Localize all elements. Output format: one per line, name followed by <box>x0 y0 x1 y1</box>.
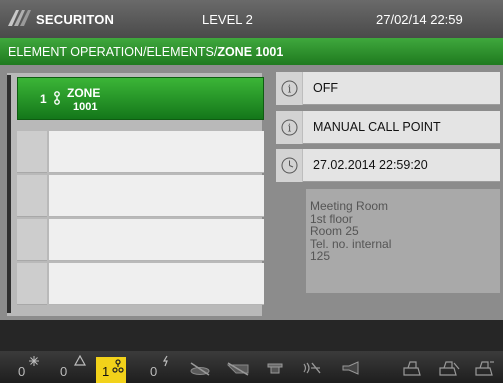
status-control-off[interactable] <box>260 351 290 383</box>
status-warning[interactable]: 0 <box>46 351 92 383</box>
status-print-alt-off[interactable] <box>432 351 466 383</box>
breadcrumb-path: ELEMENT OPERATION/ELEMENTS/ <box>8 45 218 59</box>
transmission-off-icon <box>303 362 321 374</box>
breadcrumb-current: ZONE 1001 <box>217 45 284 59</box>
status-count: 0 <box>60 364 68 379</box>
device-icon <box>54 91 60 105</box>
title-bar: SECURITON LEVEL 2 27/02/14 22:59 <box>0 0 503 38</box>
printer-icon <box>475 361 494 376</box>
zone-list-item-empty[interactable] <box>17 219 264 262</box>
system-datetime: 27/02/14 22:59 <box>376 12 463 27</box>
status-zone-off[interactable] <box>220 351 256 383</box>
timestamp-text: 27.02.2014 22:59:20 <box>313 158 428 172</box>
status-count: 0 <box>150 364 158 379</box>
zone-list: 1 ZONE 1001 <box>7 73 264 316</box>
breadcrumb: ELEMENT OPERATION/ELEMENTS/ZONE 1001 <box>0 38 503 65</box>
status-count: 0 <box>18 364 26 379</box>
print-off-icon <box>403 361 421 376</box>
zone-list-item-empty[interactable] <box>17 175 264 218</box>
status-fault[interactable]: 0 <box>138 351 178 383</box>
status-fire-alarm[interactable]: 0 <box>0 351 46 383</box>
status-transmission-off[interactable] <box>294 351 330 383</box>
element-type-text: MANUAL CALL POINT <box>313 120 441 134</box>
status-print-off[interactable] <box>396 351 430 383</box>
description-line: 125 <box>310 249 331 263</box>
status-bar: 0 0 1 0 <box>0 351 503 383</box>
securiton-logo-icon <box>8 10 31 26</box>
fire-alarm-icon <box>29 356 39 366</box>
status-printer[interactable] <box>468 351 503 383</box>
detector-off-icon <box>190 362 210 376</box>
sounder-off-icon <box>342 361 359 375</box>
description-line: Meeting Room <box>310 199 389 213</box>
control-off-icon <box>267 363 283 374</box>
timestamp-row[interactable]: 27.02.2014 22:59:20 <box>276 149 500 182</box>
status-row[interactable]: i OFF <box>276 72 500 105</box>
status-text: OFF <box>313 81 338 95</box>
zone-off-icon <box>226 362 249 376</box>
info-icon: i <box>281 80 298 97</box>
warning-triangle-icon <box>74 355 86 366</box>
element-description: Meeting Room 1st floor Room 25 Tel. no. … <box>306 189 500 293</box>
list-scrollbar[interactable] <box>7 75 11 313</box>
zone-number: 1 <box>40 92 47 106</box>
disablement-icon <box>112 359 124 373</box>
status-detector-off[interactable] <box>182 351 218 383</box>
zone-id: 1001 <box>73 101 98 113</box>
status-disablement[interactable]: 1 <box>92 351 138 383</box>
svg-text:i: i <box>288 83 292 96</box>
clock-icon <box>281 157 298 174</box>
zone-list-item-empty[interactable] <box>17 263 264 306</box>
zone-label: ZONE <box>67 86 101 100</box>
status-sounder-off[interactable] <box>332 351 368 383</box>
soft-key-bar <box>0 320 503 351</box>
svg-text:i: i <box>288 122 292 135</box>
print-alt-off-icon <box>439 361 460 376</box>
description-line: Tel. no. internal <box>310 236 392 251</box>
zone-list-item-empty[interactable] <box>17 131 264 174</box>
zone-list-item-selected[interactable]: 1 ZONE 1001 <box>17 77 264 120</box>
status-count: 1 <box>102 364 110 379</box>
brand-name: SECURITON <box>36 12 115 27</box>
description-line: Room 25 <box>310 224 359 238</box>
content-area: 1 ZONE 1001 i OFF i MANUAL CALL POINT 27… <box>0 65 503 320</box>
type-row[interactable]: i MANUAL CALL POINT <box>276 111 500 144</box>
access-level: LEVEL 2 <box>202 12 253 27</box>
fault-icon <box>162 355 168 367</box>
info-icon: i <box>281 119 298 136</box>
